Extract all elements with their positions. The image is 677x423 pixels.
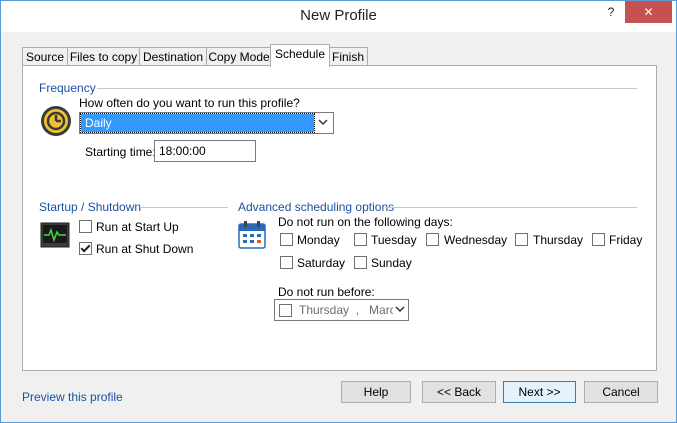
calendar-icon [238,221,266,249]
tab-label: Destination [142,50,204,64]
chevron-down-icon [318,119,328,126]
close-button[interactable]: ✕ [625,1,672,23]
run-at-startup-label: Run at Start Up [96,220,179,234]
day-sunday-checkbox[interactable] [354,256,367,269]
group-divider [141,207,228,208]
preview-profile-link[interactable]: Preview this profile [22,390,123,404]
help-title-button[interactable]: ? [599,1,623,23]
day-saturday-checkbox[interactable] [280,256,293,269]
monitor-icon [40,222,70,248]
day-friday-checkbox[interactable] [592,233,605,246]
day-thursday-checkbox[interactable] [515,233,528,246]
group-divider [97,88,637,89]
frequency-select[interactable]: Daily [79,112,334,134]
run-at-shutdown-label: Run at Shut Down [96,242,194,256]
tab-label: Copy Mode [208,50,270,64]
day-tuesday-label: Tuesday [371,233,417,247]
window-title: New Profile [300,7,377,24]
day-friday-label: Friday [609,233,643,247]
next-button[interactable]: Next >> [503,381,576,403]
starting-time-label: Starting time: [85,145,156,159]
frequency-selected-highlight [80,113,315,133]
tab-label: Schedule [274,47,326,61]
day-sunday-label: Sunday [371,256,412,270]
frequency-selected-value: Daily [85,116,112,130]
run-at-shutdown-checkbox[interactable] [79,242,92,255]
help-button[interactable]: Help [341,381,411,403]
tab-copy-mode[interactable]: Copy Mode [206,47,272,66]
startup-group-label: Startup / Shutdown [39,200,142,214]
run-at-startup-checkbox[interactable] [79,220,92,233]
day-monday-label: Monday [297,233,340,247]
tab-schedule[interactable]: Schedule [270,44,330,67]
day-thursday-label: Thursday [533,233,584,247]
advanced-group-label: Advanced scheduling options [238,200,395,214]
chevron-down-icon [395,306,405,313]
frequency-group-label: Frequency [39,81,96,95]
tab-label: Files to copy [69,50,138,64]
not-before-label: Do not run before: [278,285,375,299]
clock-icon [41,106,71,136]
tab-destination[interactable]: Destination [139,47,207,66]
starting-time-input[interactable]: 18:00:00 [154,140,256,162]
day-monday-checkbox[interactable] [280,233,293,246]
day-saturday-label: Saturday [297,256,346,270]
group-divider [385,207,637,208]
not-before-date-value: Thursday , Marc [299,303,393,317]
not-before-date-picker[interactable]: Thursday , Marc [274,299,409,321]
tab-files-to-copy[interactable]: Files to copy [67,47,140,66]
day-tuesday-checkbox[interactable] [354,233,367,246]
frequency-question: How often do you want to run this profil… [79,96,300,110]
tab-finish[interactable]: Finish [328,47,368,66]
excluded-days-label: Do not run on the following days: [278,215,453,229]
cancel-button[interactable]: Cancel [584,381,658,403]
title-bar: New Profile ? ✕ [1,1,676,32]
tab-label: Finish [331,50,364,64]
back-button[interactable]: << Back [422,381,496,403]
tab-source[interactable]: Source [22,47,68,66]
day-wednesday-label: Wednesday [444,233,508,247]
dialog-window: New Profile ? ✕ Source Files to copy Des… [0,0,677,423]
tab-label: Source [25,50,65,64]
not-before-enable-checkbox[interactable] [279,304,292,317]
day-wednesday-checkbox[interactable] [426,233,439,246]
starting-time-value: 18:00:00 [159,144,206,158]
